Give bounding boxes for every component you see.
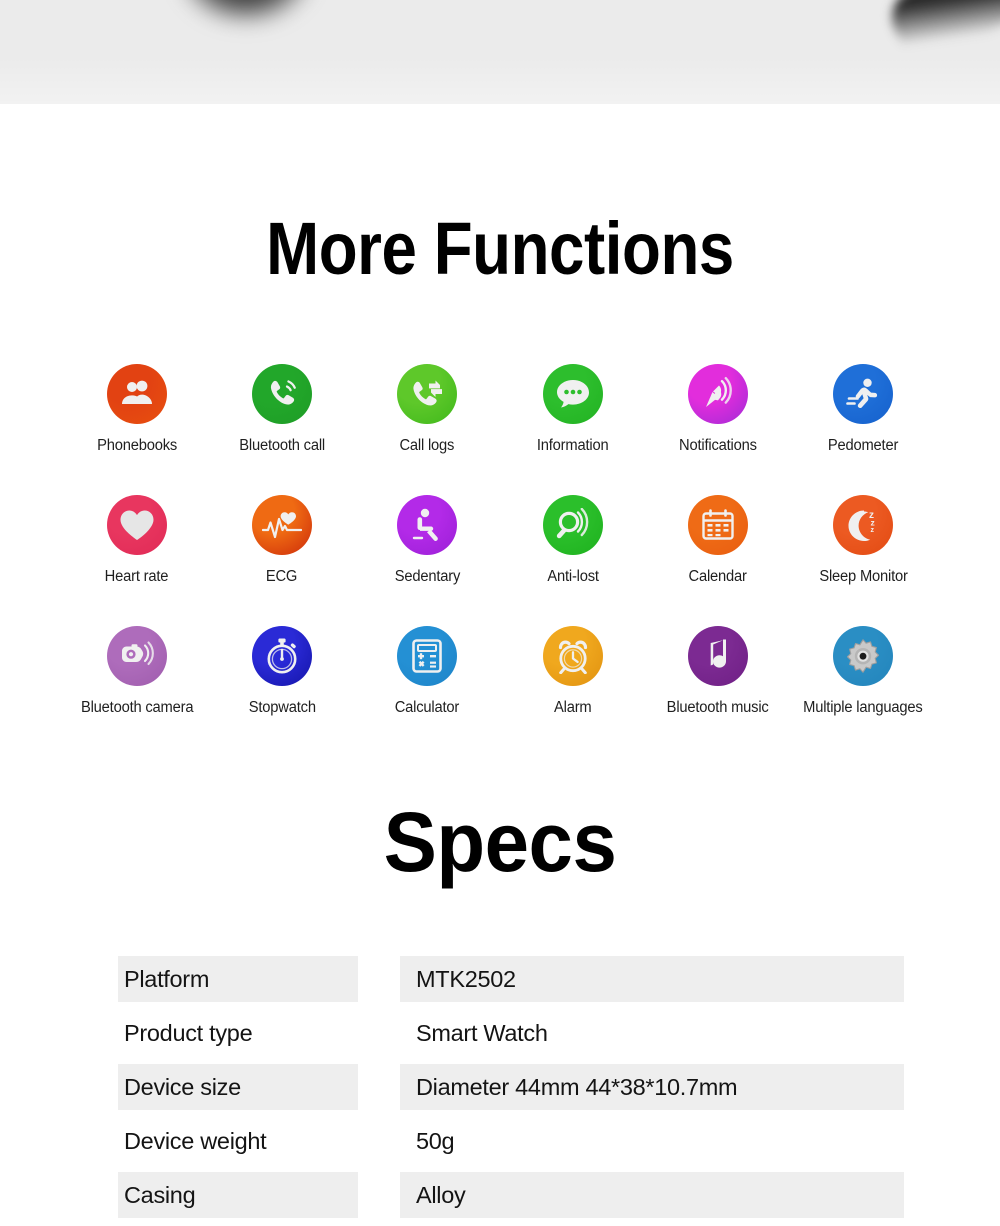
spec-key: Device size	[118, 1064, 358, 1110]
gear-icon[interactable]	[833, 626, 894, 686]
call-logs-icon[interactable]	[397, 364, 458, 424]
spec-row: Device size Diameter 44mm 44*38*10.7mm	[118, 1064, 904, 1110]
svg-text:z: z	[871, 518, 875, 528]
spec-key: Casing	[118, 1172, 358, 1218]
spec-key: Product type	[124, 1019, 253, 1046]
ecg-waveform-icon[interactable]	[251, 495, 312, 555]
specs-heading: Specs	[383, 795, 617, 889]
calendar-icon[interactable]	[687, 495, 748, 555]
more-functions-heading: More Functions	[266, 207, 734, 290]
product-photo-banner	[0, 0, 1000, 104]
spec-value: 50g	[416, 1127, 455, 1154]
feature-label: Information	[536, 437, 609, 454]
feature-label: Heart rate	[104, 568, 169, 585]
feature-item-running-person[interactable]: Pedometer	[791, 364, 936, 455]
heart-icon[interactable]	[106, 495, 167, 555]
moon-zzz-icon[interactable]: zzz	[833, 495, 894, 555]
feature-label: ECG	[266, 568, 298, 585]
spec-value: MTK2502	[400, 956, 904, 1002]
satellite-dish-icon[interactable]	[687, 364, 748, 424]
music-note-icon[interactable]	[687, 626, 748, 686]
feature-label: Calculator	[395, 699, 460, 716]
spec-row: Casing Alloy	[118, 1172, 904, 1218]
feature-item-gear[interactable]: Multiple languages	[791, 626, 936, 717]
spec-value: Alloy	[400, 1172, 904, 1218]
feature-label: Multiple languages	[803, 699, 924, 716]
feature-label: Call logs	[399, 437, 455, 454]
feature-item-contacts[interactable]: Phonebooks	[64, 364, 209, 455]
feature-label: Stopwatch	[248, 699, 316, 716]
calculator-icon[interactable]	[397, 626, 458, 686]
spec-key: Device weight	[124, 1127, 267, 1154]
feature-item-calculator[interactable]: Calculator	[355, 626, 500, 717]
feature-label: Calendar	[688, 568, 748, 585]
magnifier-signal-icon[interactable]	[542, 495, 603, 555]
feature-item-camera[interactable]: Bluetooth camera	[64, 626, 209, 717]
spec-value: Diameter 44mm 44*38*10.7mm	[400, 1064, 904, 1110]
feature-label: Anti-lost	[546, 568, 599, 585]
running-person-icon[interactable]	[833, 364, 894, 424]
sitting-person-icon[interactable]	[397, 495, 458, 555]
feature-item-phone-call[interactable]: Bluetooth call	[209, 364, 354, 455]
feature-item-heart[interactable]: Heart rate	[64, 495, 209, 586]
feature-label: Alarm	[553, 699, 592, 716]
feature-label: Bluetooth camera	[80, 699, 193, 716]
feature-item-calendar[interactable]: Calendar	[645, 495, 790, 586]
phone-call-icon[interactable]	[251, 364, 312, 424]
feature-label: Sleep Monitor	[819, 568, 908, 585]
feature-item-call-logs[interactable]: Call logs	[355, 364, 500, 455]
spec-key: Platform	[118, 956, 358, 1002]
feature-item-music-note[interactable]: Bluetooth music	[645, 626, 790, 717]
feature-item-ecg-waveform[interactable]: ECG	[209, 495, 354, 586]
feature-label: Sedentary	[394, 568, 461, 585]
alarm-clock-icon[interactable]	[542, 626, 603, 686]
spec-row: Device weight 50g	[118, 1118, 904, 1164]
message-bubble-icon[interactable]	[542, 364, 603, 424]
banner-sheen	[0, 0, 1000, 104]
feature-label: Pedometer	[828, 437, 899, 454]
feature-item-sitting-person[interactable]: Sedentary	[355, 495, 500, 586]
product-detail-page: More Functions Phonebooks Bluetooth call C…	[0, 0, 1000, 1218]
feature-label: Phonebooks	[96, 437, 177, 454]
feature-label: Notifications	[679, 437, 757, 454]
feature-item-stopwatch[interactable]: Stopwatch	[209, 626, 354, 717]
feature-label: Bluetooth music	[667, 699, 769, 716]
feature-item-satellite-dish[interactable]: Notifications	[645, 364, 790, 455]
camera-icon[interactable]	[106, 626, 167, 686]
feature-item-magnifier-signal[interactable]: Anti-lost	[500, 495, 645, 586]
feature-label: Bluetooth call	[239, 437, 325, 454]
svg-text:z: z	[871, 527, 875, 534]
feature-grid: Phonebooks Bluetooth call Call logs Informa…	[64, 364, 936, 717]
stopwatch-icon[interactable]	[251, 626, 312, 686]
spec-row: Product type Smart Watch	[118, 1010, 904, 1056]
spec-value: Smart Watch	[416, 1019, 548, 1046]
feature-item-alarm-clock[interactable]: Alarm	[500, 626, 645, 717]
specs-table: Platform MTK2502 Product type Smart Watch De…	[118, 956, 904, 1226]
feature-item-moon-zzz[interactable]: z z z Sleep Monitor	[791, 495, 936, 586]
spec-row: Platform MTK2502	[118, 956, 904, 1002]
contacts-icon[interactable]	[106, 364, 167, 424]
feature-item-message-bubble[interactable]: Information	[500, 364, 645, 455]
